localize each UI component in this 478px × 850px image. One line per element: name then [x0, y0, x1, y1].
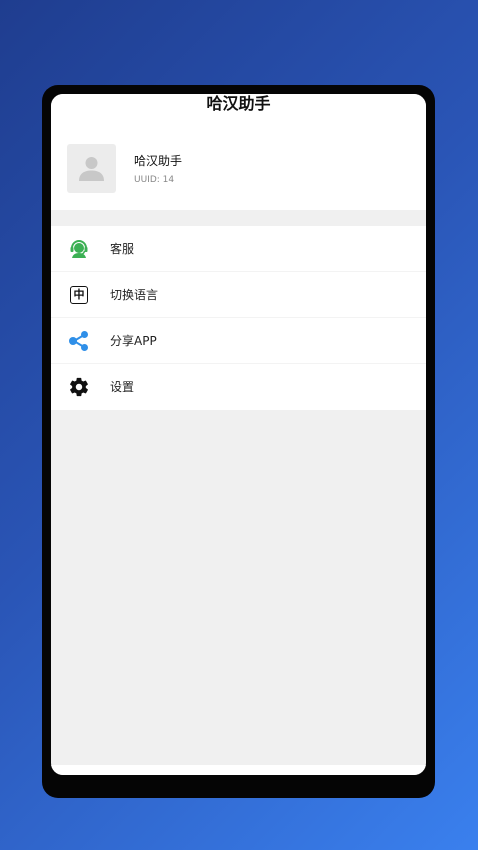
share-icon [68, 330, 90, 352]
menu-item-settings[interactable]: 设置 [51, 364, 426, 410]
section-divider [51, 210, 426, 226]
customer-service-icon [68, 238, 90, 260]
gear-icon [68, 376, 90, 398]
menu-item-customer-service[interactable]: 客服 [51, 226, 426, 272]
username: 哈汉助手 [134, 154, 183, 168]
settings-menu: 客服 中 切换语言 分享APP 设置 [51, 226, 426, 410]
language-zh-icon: 中 [68, 284, 90, 306]
menu-item-label: 设置 [110, 380, 135, 394]
menu-item-switch-language[interactable]: 中 切换语言 [51, 272, 426, 318]
phone-frame: 哈汉助手 哈汉助手 UUID: 14 客服 中 切换语言 分享APP 设置 [42, 85, 435, 798]
menu-item-label: 客服 [110, 242, 135, 256]
profile-header: 哈汉助手 哈汉助手 UUID: 14 [51, 94, 426, 210]
user-placeholder-icon [79, 157, 104, 181]
menu-item-label: 分享APP [110, 334, 157, 348]
menu-item-label: 切换语言 [110, 288, 159, 302]
user-uuid: UUID: 14 [134, 175, 175, 185]
language-icon-glyph: 中 [70, 286, 88, 304]
app-screen: 哈汉助手 哈汉助手 UUID: 14 客服 中 切换语言 分享APP 设置 [51, 94, 426, 775]
menu-item-share-app[interactable]: 分享APP [51, 318, 426, 364]
user-profile[interactable]: 哈汉助手 UUID: 14 [67, 144, 407, 194]
bottom-bar [51, 765, 426, 775]
page-title: 哈汉助手 [206, 94, 271, 113]
avatar[interactable] [67, 144, 116, 193]
